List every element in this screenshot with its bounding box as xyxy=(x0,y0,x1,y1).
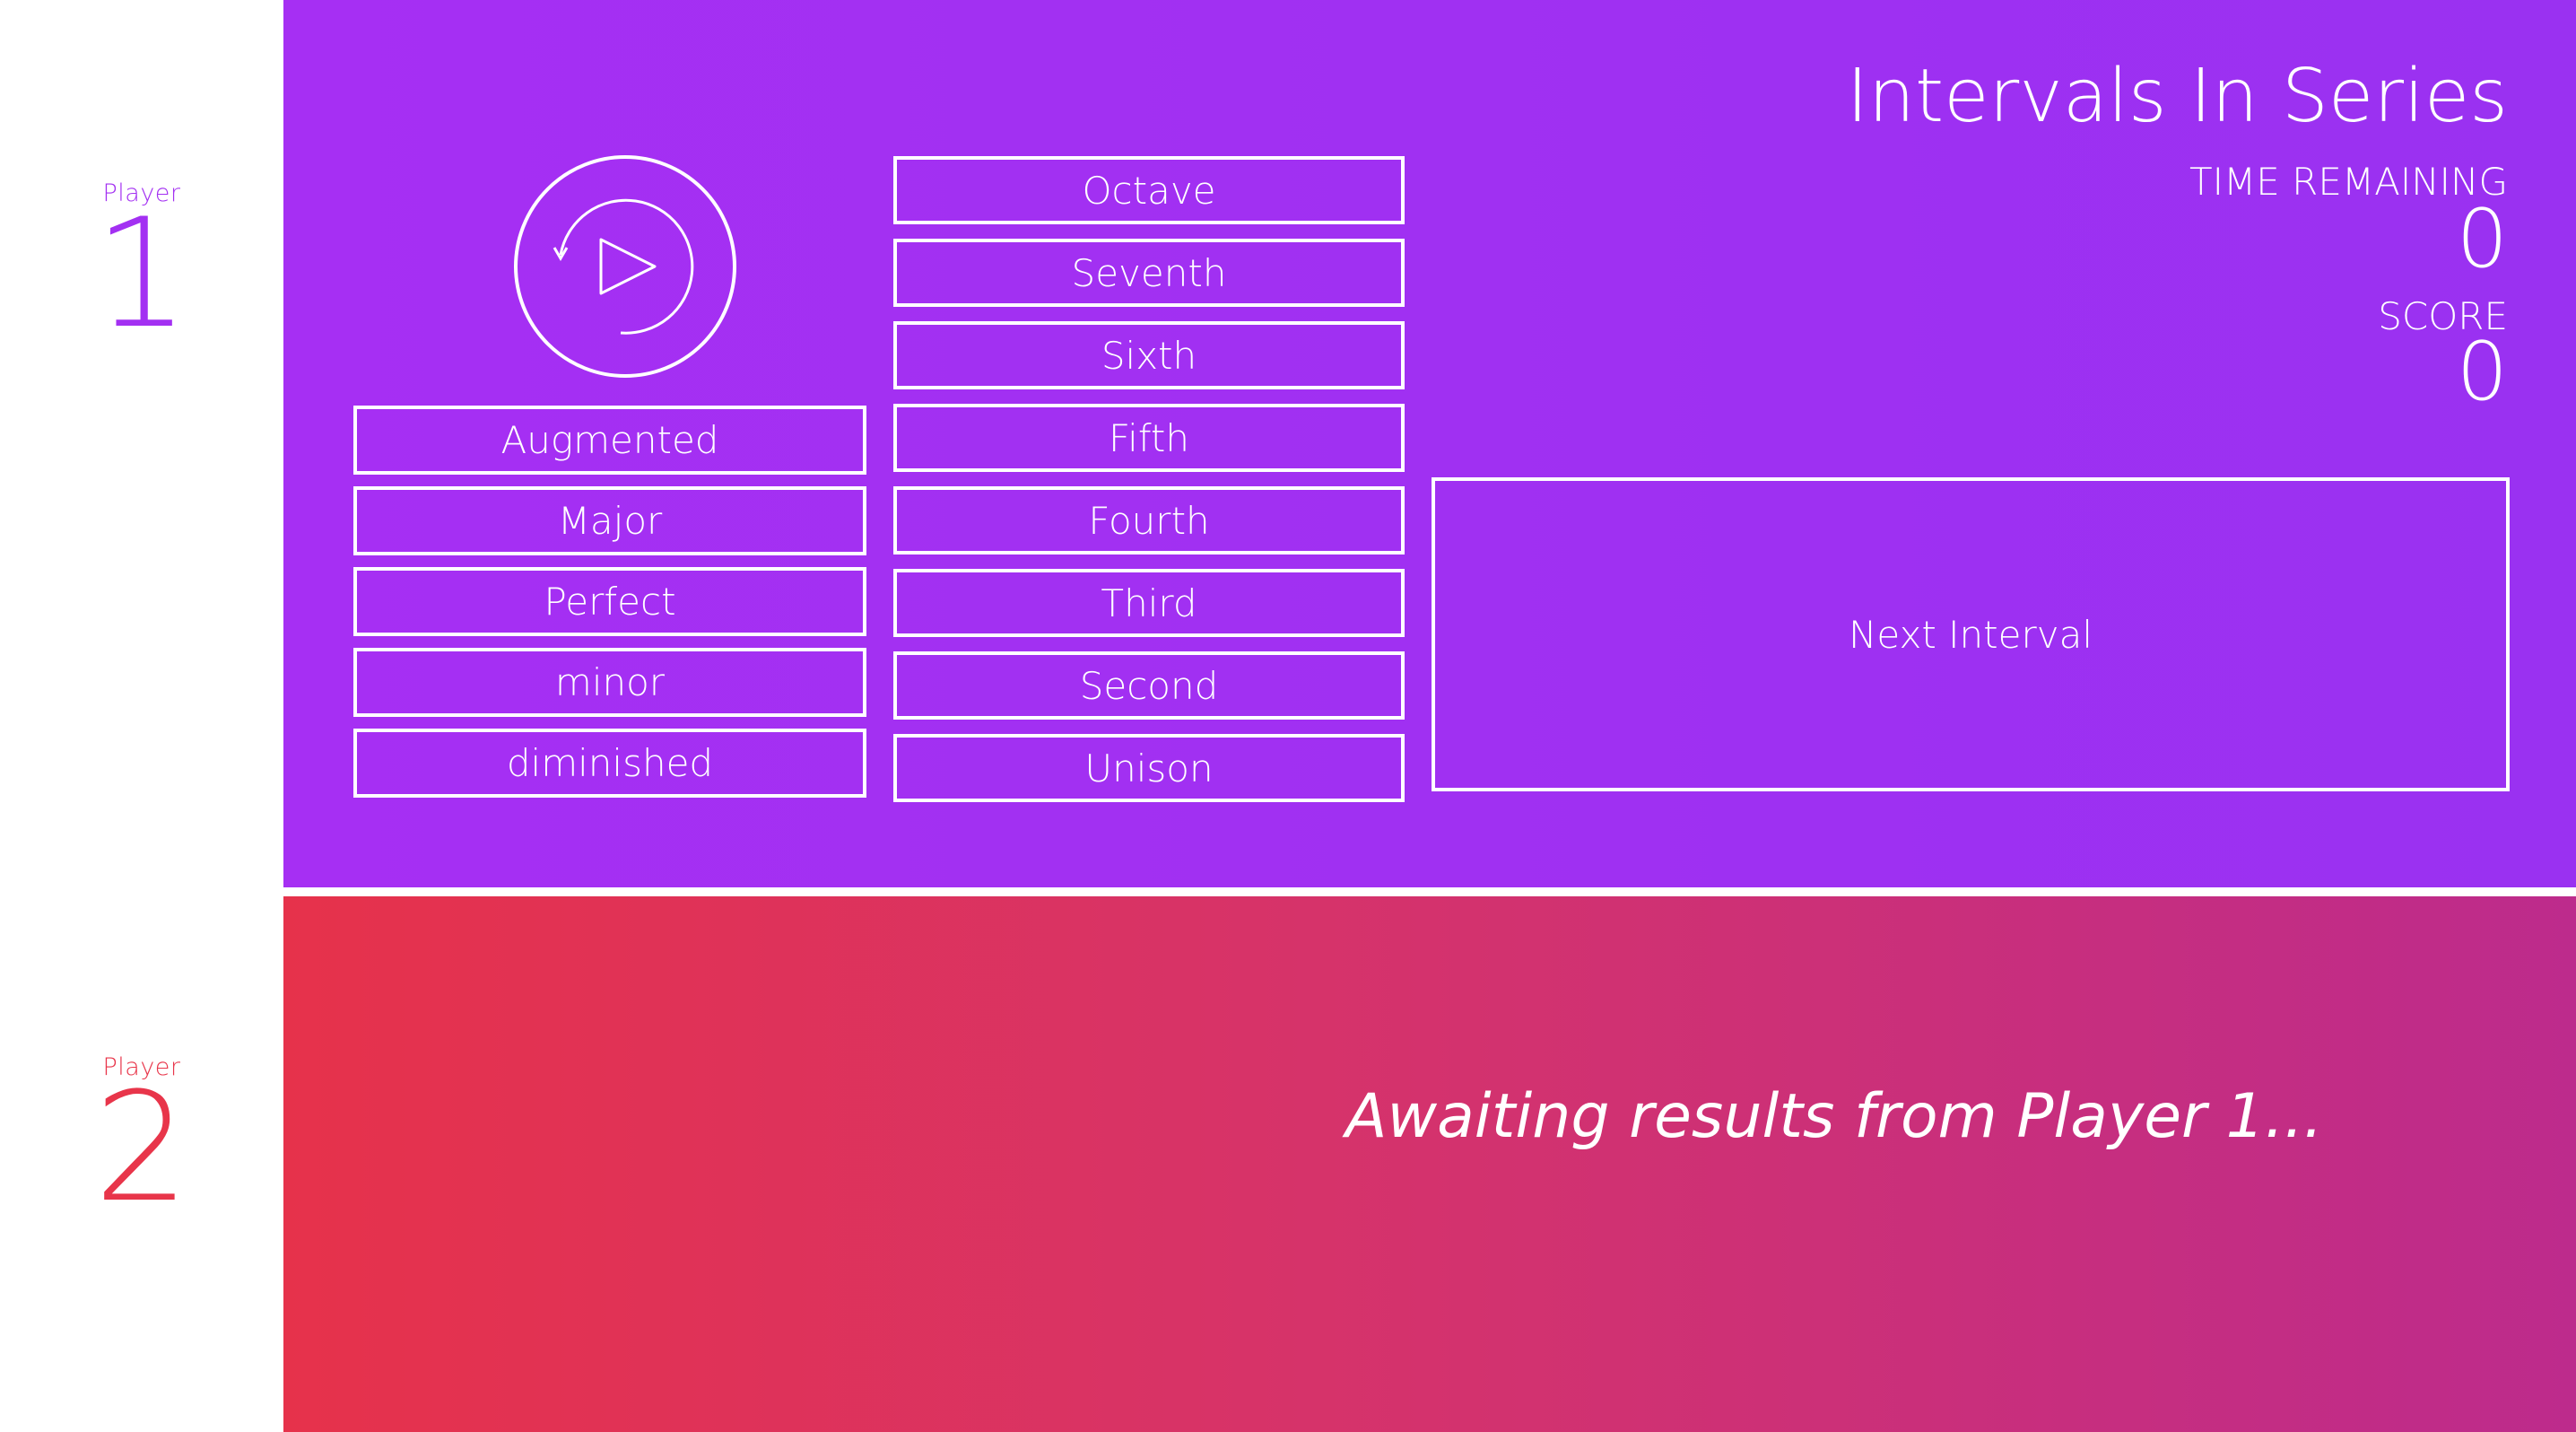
player-1-number: 1 xyxy=(93,186,190,362)
interval-button-fifth[interactable]: Fifth xyxy=(893,404,1405,472)
replay-play-icon xyxy=(514,155,736,378)
player-2-number: 2 xyxy=(93,1060,190,1236)
quality-button-augmented[interactable]: Augmented xyxy=(353,406,866,475)
interval-button-seventh[interactable]: Seventh xyxy=(893,239,1405,307)
player-sidebar: Player 1 Player 2 xyxy=(0,0,283,1432)
quality-button-diminished[interactable]: diminished xyxy=(353,729,866,798)
player-2-panel xyxy=(283,896,2576,1432)
quality-button-perfect[interactable]: Perfect xyxy=(353,567,866,636)
next-interval-button[interactable]: Next Interval xyxy=(1432,477,2510,791)
panel-divider xyxy=(283,887,2576,896)
game-title: Intervals In Series xyxy=(1846,54,2508,139)
quality-button-major[interactable]: Major xyxy=(353,486,866,555)
score-value: 0 xyxy=(2456,325,2508,419)
interval-button-third[interactable]: Third xyxy=(893,569,1405,637)
player-1-indicator: Player 1 xyxy=(0,179,283,362)
interval-button-sixth[interactable]: Sixth xyxy=(893,321,1405,389)
interval-button-octave[interactable]: Octave xyxy=(893,156,1405,224)
interval-button-unison[interactable]: Unison xyxy=(893,734,1405,802)
quality-button-minor[interactable]: minor xyxy=(353,648,866,717)
player-2-status-message: Awaiting results from Player 1... xyxy=(1345,1081,2323,1152)
interval-button-second[interactable]: Second xyxy=(893,651,1405,720)
replay-play-button[interactable] xyxy=(513,154,737,379)
player-2-indicator: Player 2 xyxy=(0,1053,283,1236)
interval-button-fourth[interactable]: Fourth xyxy=(893,486,1405,554)
time-remaining-value: 0 xyxy=(2456,192,2508,286)
